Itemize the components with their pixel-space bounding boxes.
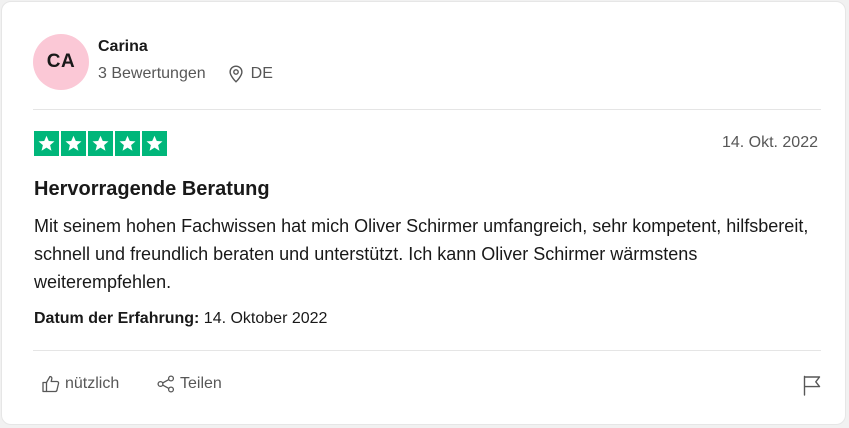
avatar[interactable]: CA <box>33 34 89 90</box>
experience-date-label: Datum der Erfahrung: <box>34 310 200 327</box>
star-icon <box>115 131 140 156</box>
footer-divider <box>33 350 821 351</box>
reviews-count: 3 Bewertungen <box>98 65 206 82</box>
share-icon <box>157 375 175 393</box>
useful-button[interactable]: nützlich <box>41 374 119 394</box>
star-icon <box>88 131 113 156</box>
review-card: CA Carina 3 Bewertungen DE 14. Okt. 2022… <box>1 1 846 425</box>
star-icon <box>34 131 59 156</box>
useful-label: nützlich <box>65 375 120 392</box>
experience-date: Datum der Erfahrung: 14. Oktober 2022 <box>34 310 327 328</box>
thumbs-up-icon <box>42 375 60 393</box>
share-label: Teilen <box>180 375 222 392</box>
location-icon <box>229 65 243 83</box>
review-title[interactable]: Hervorragende Beratung <box>34 178 270 201</box>
consumer-name[interactable]: Carina <box>98 38 148 56</box>
review-date: 14. Okt. 2022 <box>721 134 818 151</box>
share-button[interactable]: Teilen <box>156 374 222 394</box>
consumer-country: DE <box>250 65 273 82</box>
star-icon <box>142 131 167 156</box>
review-text: Mit seinem hohen Fachwissen hat mich Oli… <box>34 216 809 292</box>
experience-date-value: 14. Oktober 2022 <box>203 310 328 327</box>
flag-icon[interactable] <box>801 374 823 396</box>
star-icon <box>61 131 86 156</box>
consumer-meta: 3 Bewertungen DE <box>98 65 273 83</box>
header-divider <box>33 109 821 110</box>
star-rating <box>34 131 167 156</box>
